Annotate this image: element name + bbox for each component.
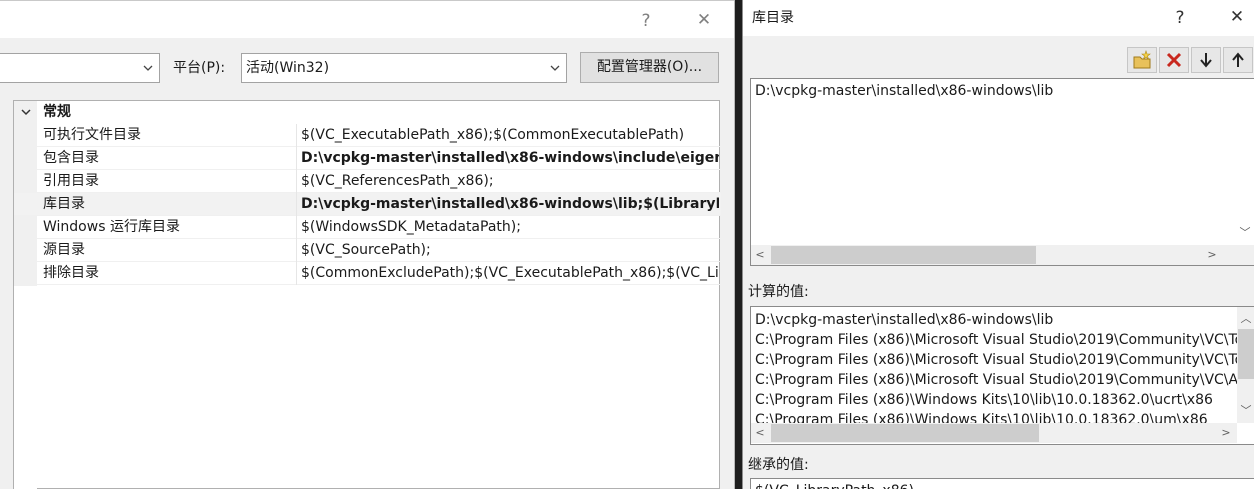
- inherited-label: 继承的值:: [748, 457, 809, 473]
- edit-line[interactable]: D:\vcpkg-master\installed\x86-windows\li…: [755, 81, 1053, 101]
- property-grid: 常规 可执行文件目录 $(VC_ExecutablePath_x86);$(Co…: [13, 100, 721, 489]
- delete-line-button[interactable]: [1159, 47, 1189, 73]
- configuration-combo[interactable]: [0, 53, 160, 83]
- property-value[interactable]: $(VC_SourcePath);: [301, 239, 719, 262]
- vertical-scrollbar[interactable]: ﹀: [1236, 79, 1254, 245]
- horizontal-scrollbar[interactable]: < >: [751, 245, 1254, 265]
- title-bar: 库目录 ? ✕: [743, 0, 1254, 36]
- library-directories-dialog: 库目录 ? ✕ D:\vcpkg-master\installed\x86-wi…: [742, 0, 1254, 489]
- property-value[interactable]: D:\vcpkg-master\installed\x86-windows\in…: [301, 147, 719, 170]
- property-name: 源目录: [43, 239, 297, 262]
- directories-edit-box[interactable]: D:\vcpkg-master\installed\x86-windows\li…: [750, 78, 1254, 266]
- property-name: 库目录: [43, 193, 297, 216]
- property-name: 可执行文件目录: [43, 124, 297, 147]
- evaluated-line: C:\Program Files (x86)\Windows Kits\10\l…: [755, 392, 1213, 408]
- move-up-button[interactable]: [1223, 47, 1253, 73]
- property-value[interactable]: $(CommonExcludePath);$(VC_ExecutablePath…: [301, 262, 719, 285]
- evaluated-label: 计算的值:: [748, 284, 809, 300]
- close-button[interactable]: ✕: [1225, 7, 1249, 27]
- property-value[interactable]: $(VC_ReferencesPath_x86);: [301, 170, 719, 193]
- property-name: Windows 运行库目录: [43, 216, 297, 239]
- chevron-down-icon[interactable]: ﹀: [1237, 401, 1254, 421]
- property-name: 包含目录: [43, 147, 297, 170]
- property-pages-dialog: ? ✕ 平台(P): 活动(Win32) 配置管理器(O)... 常规 可执行文…: [0, 0, 735, 489]
- chevron-down-icon: [546, 54, 564, 82]
- close-button[interactable]: ✕: [692, 10, 716, 30]
- new-line-button[interactable]: [1127, 47, 1157, 73]
- delete-x-icon: [1160, 48, 1188, 72]
- evaluated-line: D:\vcpkg-master\installed\x86-windows\li…: [755, 312, 1054, 328]
- horizontal-scrollbar[interactable]: < >: [751, 423, 1237, 443]
- chevron-down-icon[interactable]: [19, 101, 33, 124]
- property-row-library[interactable]: 库目录 D:\vcpkg-master\installed\x86-window…: [14, 193, 721, 216]
- evaluated-line: C:\Program Files (x86)\Microsoft Visual …: [755, 332, 1254, 348]
- property-row-source[interactable]: 源目录 $(VC_SourcePath);: [14, 239, 721, 262]
- chevron-up-icon[interactable]: ︿: [1237, 309, 1254, 329]
- inherited-value-box: $(VC_LibraryPath_x86): [750, 478, 1254, 489]
- property-value[interactable]: D:\vcpkg-master\installed\x86-windows\li…: [301, 193, 719, 216]
- chevron-left-icon[interactable]: <: [751, 245, 769, 265]
- category-label: 常规: [43, 104, 71, 120]
- scroll-thumb[interactable]: [771, 246, 1036, 264]
- inherited-line: $(VC_LibraryPath_x86): [755, 481, 914, 489]
- platform-combo-value: 活动(Win32): [246, 60, 330, 76]
- folder-new-icon: [1128, 48, 1156, 72]
- property-name: 排除目录: [43, 262, 297, 285]
- chevron-left-icon[interactable]: <: [751, 423, 769, 443]
- evaluated-line: C:\Program Files (x86)\Microsoft Visual …: [755, 352, 1254, 368]
- move-down-button[interactable]: [1191, 47, 1221, 73]
- help-button[interactable]: ?: [1170, 8, 1190, 28]
- arrow-down-icon: [1192, 48, 1220, 72]
- property-name: 引用目录: [43, 170, 297, 193]
- property-value[interactable]: $(WindowsSDK_MetadataPath);: [301, 216, 719, 239]
- help-button[interactable]: ?: [636, 11, 656, 31]
- scroll-thumb[interactable]: [1238, 329, 1254, 379]
- property-row-exclude[interactable]: 排除目录 $(CommonExcludePath);$(VC_Executabl…: [14, 262, 721, 285]
- property-row-winrt[interactable]: Windows 运行库目录 $(WindowsSDK_MetadataPath)…: [14, 216, 721, 239]
- configuration-manager-button[interactable]: 配置管理器(O)...: [580, 52, 719, 83]
- evaluated-value-box: D:\vcpkg-master\installed\x86-windows\li…: [750, 306, 1254, 445]
- property-row-executable[interactable]: 可执行文件目录 $(VC_ExecutablePath_x86);$(Commo…: [14, 124, 721, 147]
- chevron-right-icon[interactable]: >: [1203, 245, 1221, 265]
- platform-combo[interactable]: 活动(Win32): [241, 53, 567, 83]
- arrow-up-icon: [1224, 48, 1252, 72]
- chevron-down-icon[interactable]: ﹀: [1236, 223, 1254, 243]
- dialog-title: 库目录: [752, 10, 794, 26]
- scroll-thumb[interactable]: [771, 424, 1039, 442]
- evaluated-line: C:\Program Files (x86)\Microsoft Visual …: [755, 372, 1254, 388]
- platform-label: 平台(P):: [173, 60, 226, 76]
- chevron-down-icon: [139, 54, 157, 82]
- grid-gutter-empty: [14, 286, 37, 489]
- title-bar: ? ✕: [0, 0, 734, 38]
- property-row-include[interactable]: 包含目录 D:\vcpkg-master\installed\x86-windo…: [14, 147, 721, 170]
- vertical-scrollbar[interactable]: ︿ ﹀: [1237, 307, 1254, 423]
- property-row-references[interactable]: 引用目录 $(VC_ReferencesPath_x86);: [14, 170, 721, 193]
- property-value[interactable]: $(VC_ExecutablePath_x86);$(CommonExecuta…: [301, 124, 719, 147]
- chevron-right-icon[interactable]: >: [1217, 423, 1235, 443]
- category-general[interactable]: 常规: [14, 101, 721, 124]
